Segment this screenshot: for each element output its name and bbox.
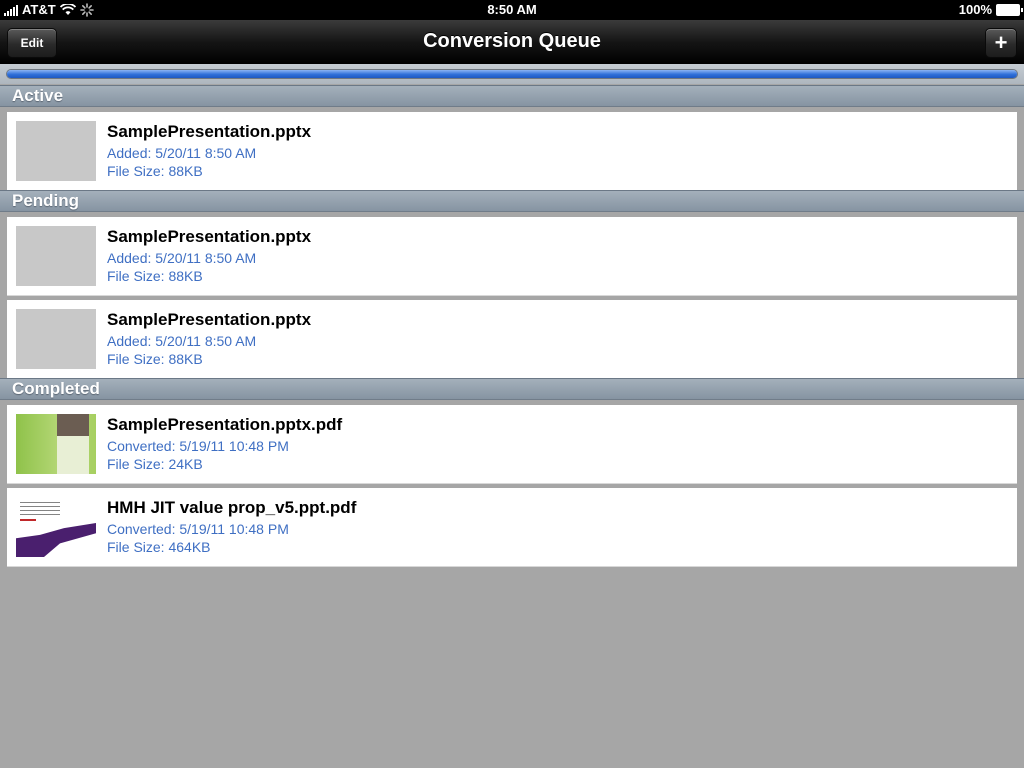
status-right: 100% xyxy=(958,2,1023,17)
clock: 8:50 AM xyxy=(487,2,537,17)
page-title: Conversion Queue xyxy=(423,30,601,52)
section-header-completed: Completed xyxy=(0,378,1024,400)
file-date: Added: 5/20/11 8:50 AM xyxy=(107,333,257,349)
progress-fill xyxy=(7,70,1017,78)
file-size: File Size: 88KB xyxy=(107,268,203,284)
list-item[interactable]: SamplePresentation.pptx Added: 5/20/11 8… xyxy=(7,112,1017,191)
file-size: File Size: 464KB xyxy=(107,539,211,555)
file-name: HMH JIT value prop_v5.ppt.pdf xyxy=(107,498,357,517)
list-item[interactable]: SamplePresentation.pptx Added: 5/20/11 8… xyxy=(7,300,1017,379)
file-name: SamplePresentation.pptx xyxy=(107,310,312,329)
file-date: Added: 5/20/11 8:50 AM xyxy=(107,250,257,266)
section-header-pending: Pending xyxy=(0,190,1024,212)
file-date: Added: 5/20/11 8:50 AM xyxy=(107,145,257,161)
list-item[interactable]: SamplePresentation.pptx Added: 5/20/11 8… xyxy=(7,217,1017,296)
status-bar: AT&T 8:50 AM 100% xyxy=(0,0,1024,20)
file-date: Converted: 5/19/11 10:48 PM xyxy=(107,521,289,537)
file-name: SamplePresentation.pptx.pdf xyxy=(107,415,343,434)
add-button[interactable]: + xyxy=(985,28,1017,58)
section-header-active: Active xyxy=(0,85,1024,107)
battery-percent: 100% xyxy=(958,2,992,17)
document-thumbnail xyxy=(16,309,96,369)
file-size: File Size: 88KB xyxy=(107,163,203,179)
document-thumbnail xyxy=(16,121,96,181)
file-date: Converted: 5/19/11 10:48 PM xyxy=(107,438,289,454)
screen: AT&T 8:50 AM 100% Edit Conversion Queue … xyxy=(0,0,1024,768)
document-thumbnail xyxy=(16,497,96,557)
file-name: SamplePresentation.pptx xyxy=(107,227,312,246)
list-item[interactable]: SamplePresentation.pptx.pdf Converted: 5… xyxy=(7,405,1017,484)
file-size: File Size: 88KB xyxy=(107,351,203,367)
conversion-progress-bar xyxy=(6,69,1018,79)
document-thumbnail xyxy=(16,226,96,286)
plus-icon: + xyxy=(994,30,1008,55)
navigation-bar: Edit Conversion Queue + xyxy=(0,20,1024,65)
document-thumbnail xyxy=(16,414,96,474)
list-item[interactable]: HMH JIT value prop_v5.ppt.pdf Converted:… xyxy=(7,488,1017,567)
file-name: SamplePresentation.pptx xyxy=(107,122,312,141)
file-size: File Size: 24KB xyxy=(107,456,203,472)
progress-area xyxy=(0,64,1024,84)
battery-icon xyxy=(996,3,1023,16)
